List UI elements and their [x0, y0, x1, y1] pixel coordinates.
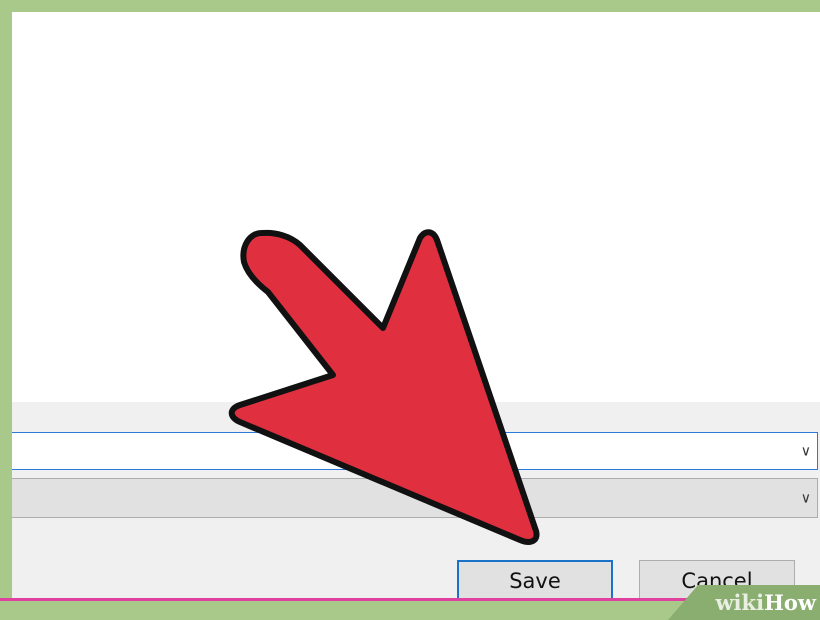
- wikihow-wiki-text: wiki: [715, 590, 765, 615]
- wikihow-how-text: How: [764, 590, 816, 615]
- red-arrow-icon: [228, 229, 540, 545]
